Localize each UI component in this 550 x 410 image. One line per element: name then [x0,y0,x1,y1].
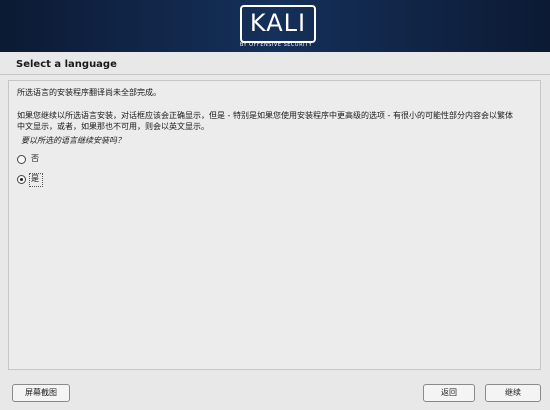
translation-notice: 所选语言的安装程序翻译尚未全部完成。 [17,88,161,97]
header-banner: KALI BY OFFENSIVE SECURITY [0,0,550,52]
question-prompt: 要以所选的语言继续安装吗？ [21,136,125,145]
back-button[interactable]: 返回 [423,384,475,402]
logo-tagline: BY OFFENSIVE SECURITY [239,42,313,48]
option-yes-label: 是 [31,174,39,183]
page-title: Select a language [16,59,117,70]
kali-logo: KALI [240,5,316,43]
explanation-line-2: 中文显示，或者，如果那也不可用，则会以英文显示。 [17,122,209,131]
radio-yes[interactable] [17,175,26,184]
logo-text: KALI [249,9,307,37]
explanation-line-1: 如果您继续以所选语言安装，对话框应该会正确显示，但是 - 特别是如果您使用安装程… [17,111,513,120]
title-divider [0,74,550,75]
radio-selected-dot [20,178,23,181]
screenshot-button[interactable]: 屏幕截图 [12,384,70,402]
continue-button[interactable]: 继续 [485,384,541,402]
option-no-label: 否 [31,154,39,163]
radio-no[interactable] [17,155,26,164]
